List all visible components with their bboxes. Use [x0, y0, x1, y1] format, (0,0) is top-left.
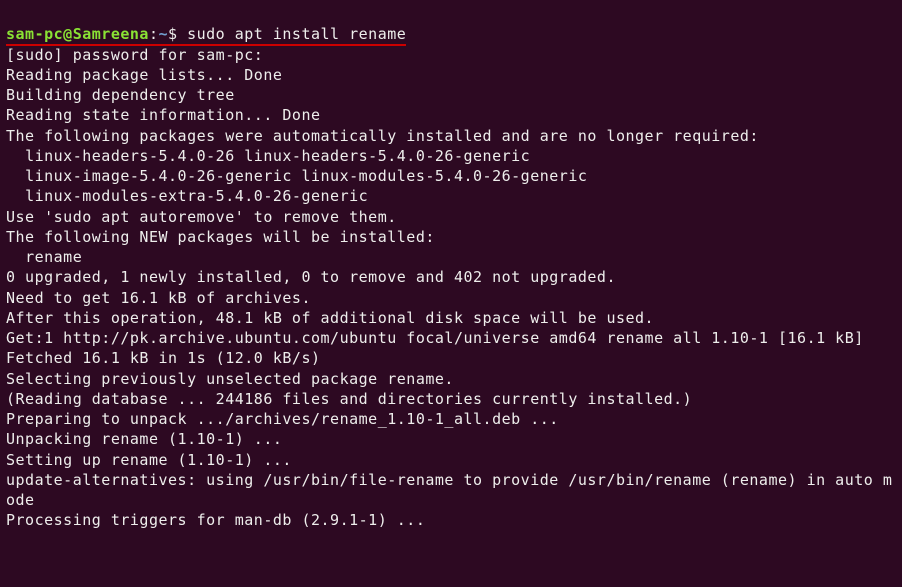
output-line: Preparing to unpack .../archives/rename_…: [6, 410, 559, 428]
output-line: update-alternatives: using /usr/bin/file…: [6, 471, 892, 509]
prompt-user-host: sam-pc@Samreena: [6, 25, 149, 46]
terminal-window[interactable]: sam-pc@Samreena:~$ sudo apt install rena…: [6, 4, 896, 531]
output-line: Setting up rename (1.10-1) ...: [6, 451, 292, 469]
command-text: sudo apt install rename: [187, 25, 406, 46]
output-line: Need to get 16.1 kB of archives.: [6, 289, 311, 307]
prompt-colon: :: [149, 25, 159, 46]
output-line: Processing triggers for man-db (2.9.1-1)…: [6, 511, 425, 529]
output-line: Selecting previously unselected package …: [6, 370, 454, 388]
output-line: linux-headers-5.4.0-26 linux-headers-5.4…: [6, 147, 530, 165]
output-line: Use 'sudo apt autoremove' to remove them…: [6, 208, 397, 226]
output-line: (Reading database ... 244186 files and d…: [6, 390, 692, 408]
output-line: linux-image-5.4.0-26-generic linux-modul…: [6, 167, 587, 185]
output-line: Building dependency tree: [6, 86, 235, 104]
prompt-dollar: $: [168, 25, 187, 46]
output-line: Unpacking rename (1.10-1) ...: [6, 430, 282, 448]
output-line: [sudo] password for sam-pc:: [6, 46, 263, 64]
output-line: The following packages were automaticall…: [6, 127, 759, 145]
output-line: After this operation, 48.1 kB of additio…: [6, 309, 654, 327]
output-line: Get:1 http://pk.archive.ubuntu.com/ubunt…: [6, 329, 864, 347]
output-line: rename: [6, 248, 82, 266]
prompt-path: ~: [159, 25, 169, 46]
output-line: Reading package lists... Done: [6, 66, 282, 84]
output-line: linux-modules-extra-5.4.0-26-generic: [6, 187, 368, 205]
output-line: 0 upgraded, 1 newly installed, 0 to remo…: [6, 268, 616, 286]
output-line: Reading state information... Done: [6, 106, 321, 124]
output-line: Fetched 16.1 kB in 1s (12.0 kB/s): [6, 349, 321, 367]
output-line: The following NEW packages will be insta…: [6, 228, 435, 246]
